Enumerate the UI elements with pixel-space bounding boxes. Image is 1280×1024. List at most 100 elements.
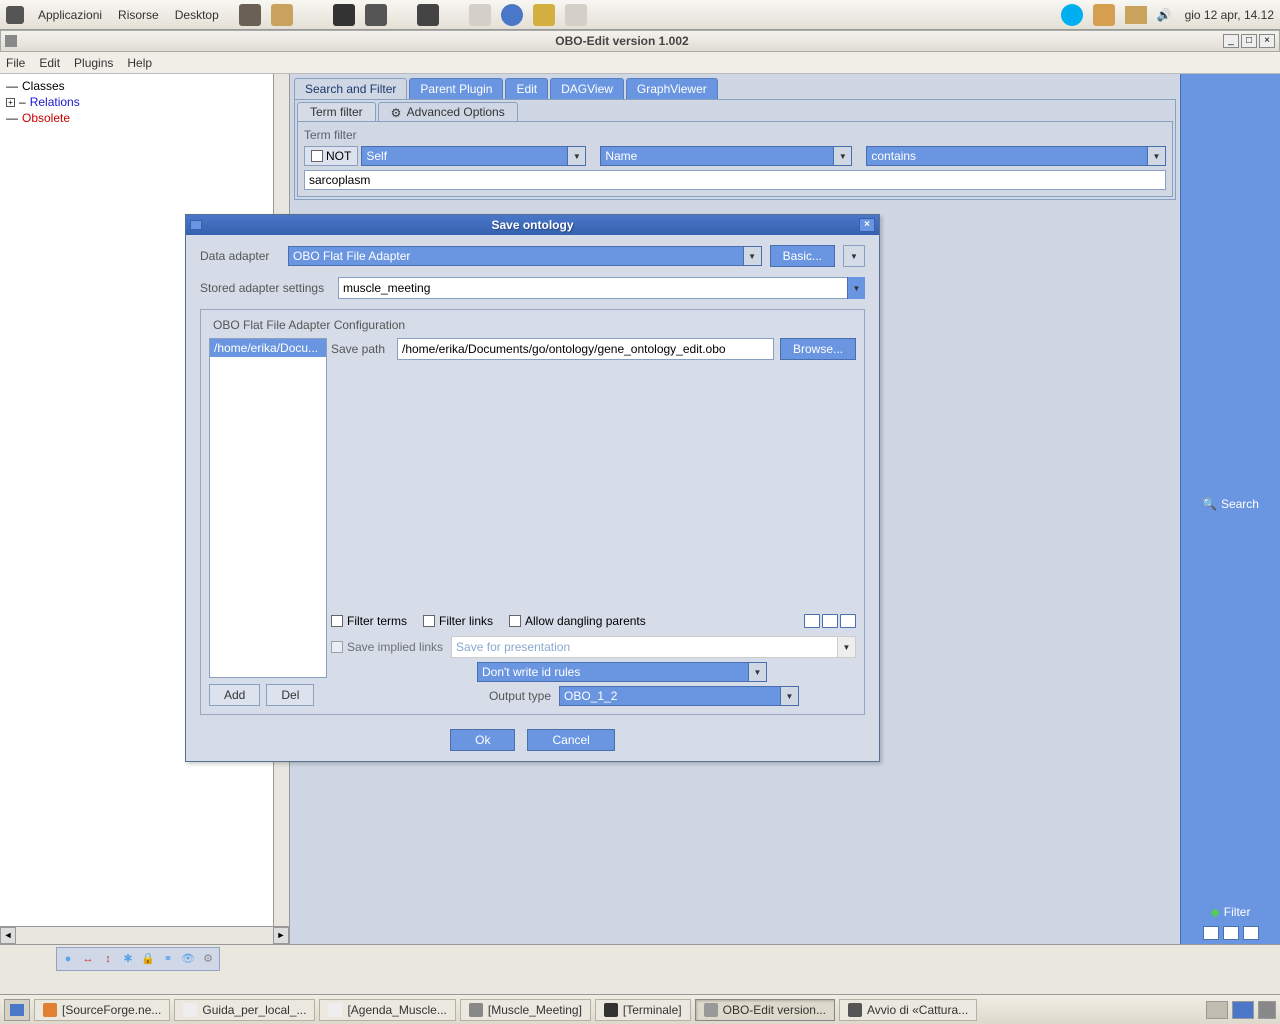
dropdown-arrow-icon[interactable] bbox=[743, 247, 761, 265]
contains-combo[interactable]: contains bbox=[866, 146, 1166, 166]
tab-dagview[interactable]: DAGView bbox=[550, 78, 624, 99]
ok-button[interactable]: Ok bbox=[450, 729, 515, 751]
star-tool-icon[interactable]: ✱ bbox=[119, 950, 137, 968]
app-title: OBO-Edit version 1.002 bbox=[21, 34, 1223, 48]
tree-relations[interactable]: + – Relations bbox=[4, 94, 285, 110]
page-icon[interactable] bbox=[1223, 926, 1239, 940]
lock-icon[interactable] bbox=[271, 4, 293, 26]
trash-icon[interactable] bbox=[1258, 1001, 1276, 1019]
bird-icon[interactable] bbox=[565, 4, 587, 26]
disclosure-button[interactable] bbox=[843, 245, 865, 267]
tab-parent-plugin[interactable]: Parent Plugin bbox=[409, 78, 503, 99]
cancel-button[interactable]: Cancel bbox=[527, 729, 614, 751]
task-obo-edit[interactable]: OBO-Edit version... bbox=[695, 999, 835, 1021]
basic-button[interactable]: Basic... bbox=[770, 245, 835, 267]
menu-resources[interactable]: Risorse bbox=[110, 8, 167, 22]
tab-search-filter[interactable]: Search and Filter bbox=[294, 78, 407, 99]
page-icon[interactable] bbox=[804, 614, 820, 628]
data-adapter-combo[interactable]: OBO Flat File Adapter bbox=[288, 246, 762, 266]
filter-links-checkbox[interactable]: Filter links bbox=[423, 614, 493, 628]
config-group-title: OBO Flat File Adapter Configuration bbox=[209, 318, 409, 332]
dropdown-arrow-icon[interactable] bbox=[1147, 147, 1165, 165]
dropdown-arrow-icon[interactable] bbox=[833, 147, 851, 165]
close-button[interactable]: × bbox=[1259, 34, 1275, 48]
subtab-advanced[interactable]: ⚙ Advanced Options bbox=[378, 102, 518, 121]
mail-icon[interactable] bbox=[469, 4, 491, 26]
monitor-icon[interactable] bbox=[365, 4, 387, 26]
save-path-input[interactable] bbox=[397, 338, 774, 360]
task-agenda[interactable]: [Agenda_Muscle... bbox=[319, 999, 455, 1021]
filter-terms-checkbox[interactable]: Filter terms bbox=[331, 614, 407, 628]
subtab-term-filter[interactable]: Term filter bbox=[297, 102, 376, 121]
stored-settings-input[interactable] bbox=[338, 277, 865, 299]
tree-obsolete[interactable]: — Obsolete bbox=[4, 110, 285, 126]
tree-label-obsolete: Obsolete bbox=[22, 111, 70, 125]
user-icon[interactable] bbox=[1093, 4, 1115, 26]
calculator-icon[interactable] bbox=[417, 4, 439, 26]
penguin-icon[interactable] bbox=[333, 4, 355, 26]
page-icon[interactable] bbox=[840, 614, 856, 628]
scroll-left-arrow[interactable]: ◄ bbox=[0, 927, 16, 944]
menu-desktop[interactable]: Desktop bbox=[167, 8, 227, 22]
arrows-v-tool-icon[interactable]: ↕ bbox=[99, 950, 117, 968]
sidebar-filter-button[interactable]: ◆ Filter bbox=[1181, 902, 1280, 922]
menu-edit[interactable]: Edit bbox=[39, 56, 60, 70]
maximize-button[interactable]: □ bbox=[1241, 34, 1257, 48]
dialog-close-button[interactable]: × bbox=[859, 218, 875, 232]
link-tool-icon[interactable]: ⚭ bbox=[159, 950, 177, 968]
name-combo[interactable]: Name bbox=[600, 146, 852, 166]
del-button[interactable]: Del bbox=[266, 684, 314, 706]
menu-file[interactable]: File bbox=[6, 56, 25, 70]
task-screenshot[interactable]: Avvio di «Cattura... bbox=[839, 999, 977, 1021]
gear-tool-icon[interactable]: ⚙ bbox=[199, 950, 217, 968]
scroll-right-arrow[interactable]: ► bbox=[273, 927, 289, 944]
dropdown-arrow-icon[interactable] bbox=[780, 687, 798, 705]
clock[interactable]: gio 12 apr, 14.12 bbox=[1185, 8, 1274, 22]
dropdown-arrow-icon[interactable] bbox=[748, 663, 766, 681]
tree-horizontal-scrollbar[interactable]: ◄ ► bbox=[0, 926, 289, 944]
tree-classes[interactable]: — Classes bbox=[4, 78, 285, 94]
workspace-switcher[interactable] bbox=[1232, 1001, 1254, 1019]
dropdown-arrow-icon[interactable] bbox=[567, 147, 585, 165]
path-list-item[interactable]: /home/erika/Docu... bbox=[210, 339, 326, 357]
sidebar-search-button[interactable]: 🔍 Search bbox=[1181, 494, 1280, 514]
output-type-combo[interactable]: OBO_1_2 bbox=[559, 686, 799, 706]
page-icon[interactable] bbox=[1243, 926, 1259, 940]
browse-button[interactable]: Browse... bbox=[780, 338, 856, 360]
page-icon[interactable] bbox=[822, 614, 838, 628]
dialog-titlebar[interactable]: Save ontology × bbox=[186, 215, 879, 235]
menu-plugins[interactable]: Plugins bbox=[74, 56, 113, 70]
id-rules-combo[interactable]: Don't write id rules bbox=[477, 662, 767, 682]
menu-help[interactable]: Help bbox=[127, 56, 152, 70]
task-muscle-meeting[interactable]: [Muscle_Meeting] bbox=[460, 999, 591, 1021]
skype-icon[interactable] bbox=[1061, 4, 1083, 26]
page-icon[interactable] bbox=[1203, 926, 1219, 940]
dropdown-arrow-icon[interactable] bbox=[847, 277, 865, 299]
filter-value-input[interactable] bbox=[304, 170, 1166, 190]
globe-icon[interactable] bbox=[501, 4, 523, 26]
circle-tool-icon[interactable]: ● bbox=[59, 950, 77, 968]
tab-graphviewer[interactable]: GraphViewer bbox=[626, 78, 718, 99]
expand-icon[interactable]: + bbox=[6, 98, 15, 107]
brush-icon[interactable] bbox=[533, 4, 555, 26]
self-combo[interactable]: Self bbox=[361, 146, 586, 166]
task-terminal[interactable]: [Terminale] bbox=[595, 999, 691, 1021]
camera-icon[interactable] bbox=[239, 4, 261, 26]
volume-icon[interactable]: 🔊 bbox=[1157, 8, 1175, 22]
tab-edit[interactable]: Edit bbox=[505, 78, 548, 99]
allow-dangling-checkbox[interactable]: Allow dangling parents bbox=[509, 614, 646, 628]
path-list[interactable]: /home/erika/Docu... bbox=[209, 338, 327, 678]
add-button[interactable]: Add bbox=[209, 684, 260, 706]
package-icon[interactable] bbox=[1125, 6, 1147, 24]
menu-applications[interactable]: Applicazioni bbox=[30, 8, 110, 22]
eye-tool-icon[interactable]: 👁 bbox=[179, 950, 197, 968]
task-guida[interactable]: Guida_per_local_... bbox=[174, 999, 315, 1021]
tray-icon[interactable] bbox=[1206, 1001, 1228, 1019]
not-checkbox-group[interactable]: NOT bbox=[304, 146, 358, 166]
task-sourceforge[interactable]: [SourceForge.ne... bbox=[34, 999, 170, 1021]
arrows-h-tool-icon[interactable]: ↔ bbox=[79, 950, 97, 968]
lock-tool-icon[interactable]: 🔒 bbox=[139, 950, 157, 968]
show-desktop-button[interactable] bbox=[4, 999, 30, 1021]
minimize-button[interactable]: _ bbox=[1223, 34, 1239, 48]
not-checkbox[interactable] bbox=[311, 150, 323, 162]
